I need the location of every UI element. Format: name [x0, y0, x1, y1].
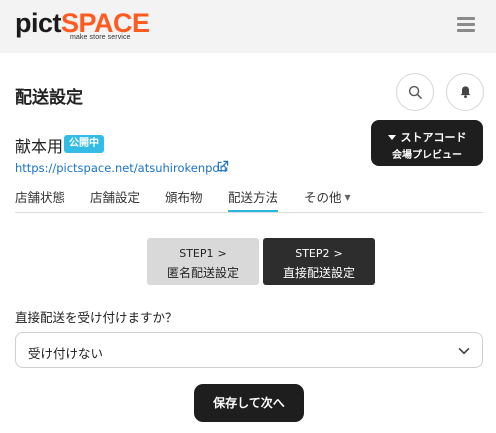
preview-line2: 会場プレビュー [392, 150, 462, 161]
preview-line1: ストアコード [400, 131, 467, 144]
tab-store-status[interactable]: 店舗状態 [15, 187, 65, 212]
store-code-preview-button[interactable]: ストアコード 会場プレビュー [371, 120, 483, 166]
select-value: 受け付けない [28, 346, 104, 361]
notification-button[interactable] [446, 73, 484, 111]
logo-tagline: make store service [70, 34, 131, 41]
logo-pict-text: pict [15, 8, 62, 38]
bell-icon [460, 86, 470, 99]
step1-label: 匿名配送設定 [166, 266, 239, 280]
settings-tabs: 店舗状態 店舗設定 頒布物 配送方法 その他 ▼ [15, 185, 483, 213]
chevron-right-icon: > [217, 247, 227, 260]
status-badge: 公開中 [64, 135, 104, 153]
tab-shipping[interactable]: 配送方法 [228, 187, 279, 212]
tab-items[interactable]: 頒布物 [165, 187, 203, 212]
direct-shipping-question: 直接配送を受け付けますか？ [15, 310, 178, 325]
search-icon [408, 85, 422, 99]
step2-number: STEP2 [295, 247, 330, 260]
save-and-next-button[interactable]: 保存して次へ [194, 384, 304, 422]
step1-button[interactable]: STEP1 > 匿名配送設定 [147, 238, 259, 285]
chevron-right-icon: > [333, 247, 343, 260]
pictspace-logo[interactable]: pictSPACE make store service [15, 9, 150, 45]
chevron-down-icon [458, 348, 470, 355]
step2-label: 直接配送設定 [282, 266, 355, 280]
top-header: pictSPACE make store service [0, 0, 496, 53]
caret-down-icon [387, 135, 396, 140]
direct-shipping-select[interactable]: 受け付けない [15, 332, 483, 368]
search-button[interactable] [396, 73, 434, 111]
tab-other-label: その他 [304, 190, 342, 205]
caret-down-icon: ▼ [344, 193, 351, 202]
tab-other[interactable]: その他 ▼ [304, 187, 351, 212]
step1-number: STEP1 [179, 247, 214, 260]
tab-store-settings[interactable]: 店舗設定 [90, 187, 140, 212]
external-link-icon[interactable] [216, 160, 229, 173]
hamburger-menu-icon[interactable] [455, 15, 477, 37]
step2-button[interactable]: STEP2 > 直接配送設定 [263, 238, 375, 285]
store-url-link[interactable]: https://pictspace.net/atsuhirokenpon [15, 161, 227, 175]
store-name: 献本用 [15, 137, 64, 156]
page-title: 配送設定 [15, 88, 83, 108]
